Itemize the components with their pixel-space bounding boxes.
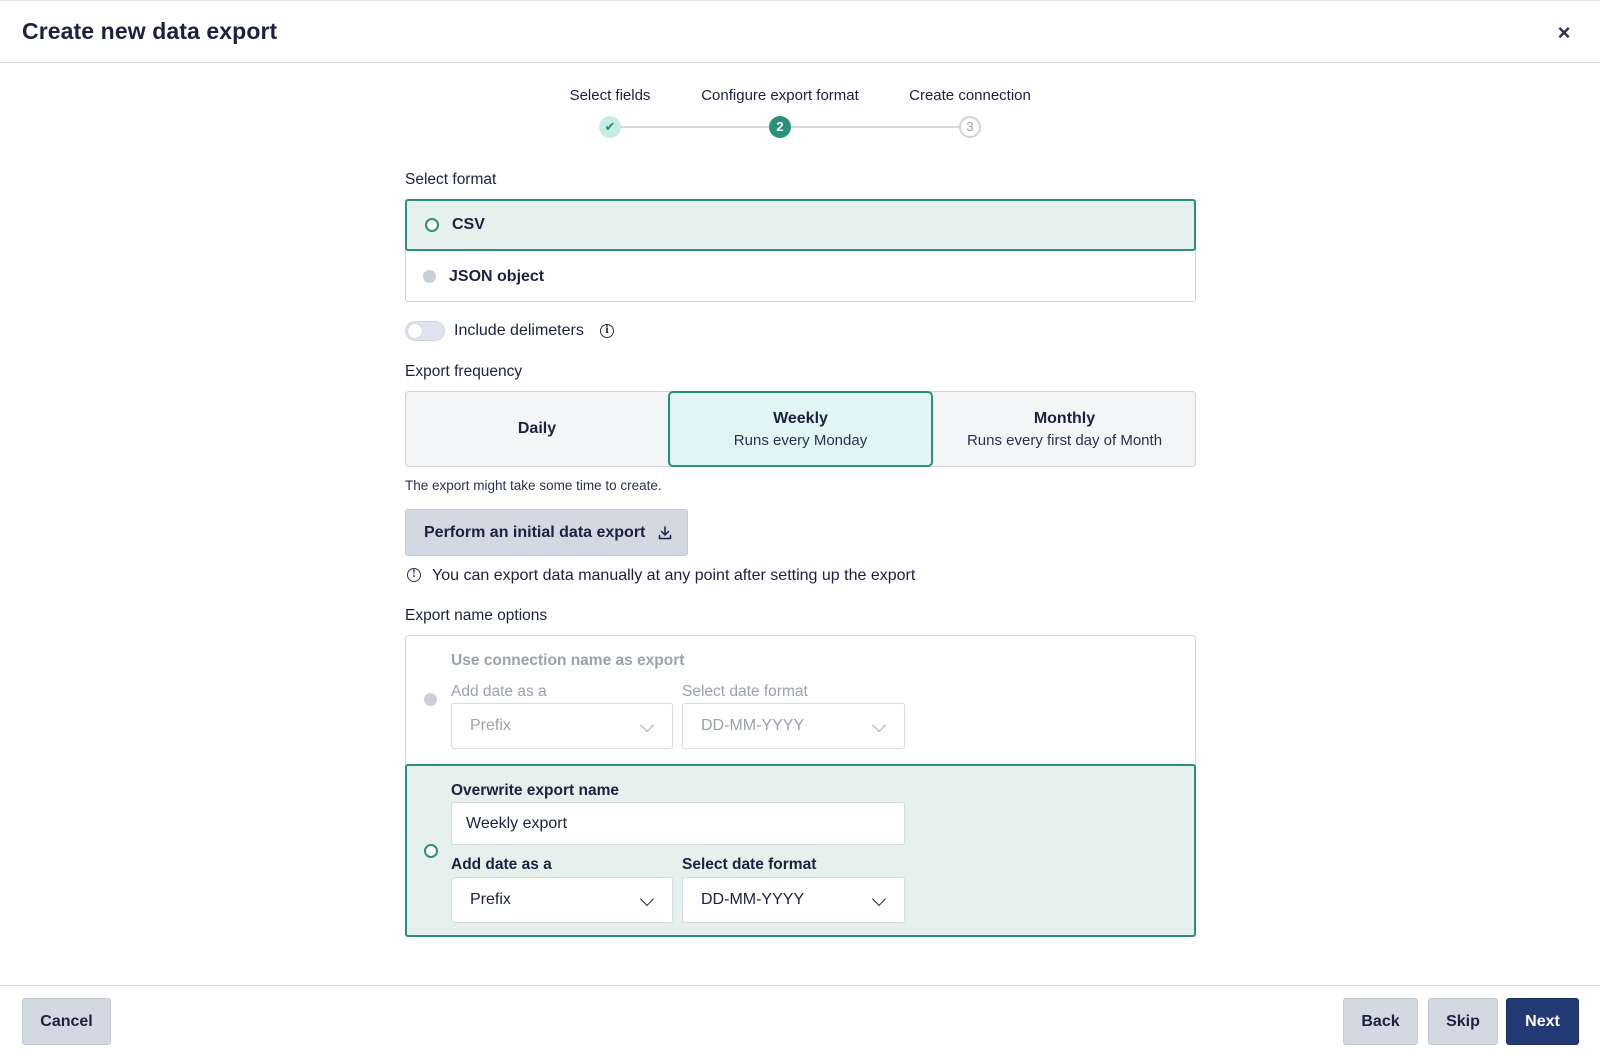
select-value: Prefix — [470, 891, 511, 908]
overwrite-name-option-title: Overwrite export name — [451, 782, 619, 799]
frequency-section-label: Export frequency — [405, 363, 523, 380]
date-position-select[interactable]: Prefix — [451, 877, 673, 923]
frequency-option-title: Daily — [517, 420, 557, 437]
date-position-select-disabled[interactable]: Prefix — [451, 703, 673, 749]
radio-unselected-icon[interactable] — [424, 693, 437, 706]
dialog-header: Create new data export × — [0, 0, 1600, 63]
name-options-section-label: Export name options — [405, 607, 548, 624]
frequency-option-monthly[interactable]: Monthly Runs every first day of Month — [933, 391, 1196, 467]
initial-export-button[interactable]: Perform an initial data export — [405, 509, 688, 556]
date-format-select-disabled[interactable]: DD-MM-YYYY — [682, 703, 905, 749]
cancel-button[interactable]: Cancel — [22, 998, 111, 1045]
connection-name-option-title: Use connection name as export — [451, 652, 685, 669]
format-option-json[interactable]: JSON object — [405, 251, 1196, 302]
frequency-option-weekly[interactable]: Weekly Runs every Monday — [668, 391, 933, 467]
step-label-create-connection[interactable]: Create connection — [909, 87, 1031, 104]
chevron-down-icon — [871, 891, 887, 907]
include-delimiters-label: Include delimeters — [454, 322, 584, 339]
date-format-select[interactable]: DD-MM-YYYY — [682, 877, 905, 923]
step-connector — [782, 126, 968, 128]
date-position-label: Add date as a — [451, 683, 547, 700]
date-position-label: Add date as a — [451, 856, 552, 873]
select-value: DD-MM-YYYY — [701, 717, 805, 734]
back-button[interactable]: Back — [1343, 998, 1418, 1045]
info-icon[interactable]: i — [600, 324, 614, 338]
include-delimiters-toggle[interactable] — [405, 321, 445, 341]
step-done-check-icon[interactable]: ✔ — [599, 116, 621, 138]
skip-button[interactable]: Skip — [1428, 998, 1498, 1045]
step-active-marker[interactable]: 2 — [769, 116, 791, 138]
close-icon[interactable]: × — [1554, 21, 1574, 45]
format-option-label: JSON object — [449, 267, 545, 285]
radio-selected-icon[interactable] — [424, 844, 438, 858]
step-label-select-fields[interactable]: Select fields — [570, 87, 651, 104]
format-option-label: CSV — [452, 216, 485, 233]
step-connector — [612, 126, 778, 128]
info-icon: ! — [407, 568, 421, 582]
chevron-down-icon — [871, 717, 887, 733]
radio-unselected-icon[interactable] — [423, 270, 436, 283]
date-format-label: Select date format — [682, 683, 808, 700]
export-name-input[interactable] — [451, 802, 905, 845]
frequency-option-subtitle: Runs every Monday — [733, 431, 868, 449]
frequency-option-daily[interactable]: Daily — [405, 391, 669, 467]
download-icon — [659, 525, 672, 539]
next-button[interactable]: Next — [1506, 998, 1579, 1045]
select-value: DD-MM-YYYY — [701, 891, 805, 908]
export-time-note: The export might take some time to creat… — [405, 478, 662, 493]
frequency-option-title: Weekly — [773, 409, 828, 427]
frequency-option-title: Monthly — [1033, 409, 1096, 427]
date-format-label: Select date format — [682, 856, 817, 873]
frequency-option-subtitle: Runs every first day of Month — [966, 431, 1163, 449]
toggle-knob — [408, 324, 422, 338]
step-todo-marker[interactable]: 3 — [959, 116, 981, 138]
select-value: Prefix — [470, 717, 511, 734]
radio-selected-icon[interactable] — [425, 218, 439, 232]
dialog-title: Create new data export — [22, 18, 278, 44]
chevron-down-icon — [639, 891, 655, 907]
format-section-label: Select format — [405, 171, 497, 188]
step-label-configure-format[interactable]: Configure export format — [701, 87, 859, 104]
format-option-csv[interactable]: CSV — [405, 199, 1196, 251]
chevron-down-icon — [639, 717, 655, 733]
manual-export-hint: You can export data manually at any poin… — [432, 567, 916, 584]
initial-export-label: Perform an initial data export — [424, 523, 646, 541]
